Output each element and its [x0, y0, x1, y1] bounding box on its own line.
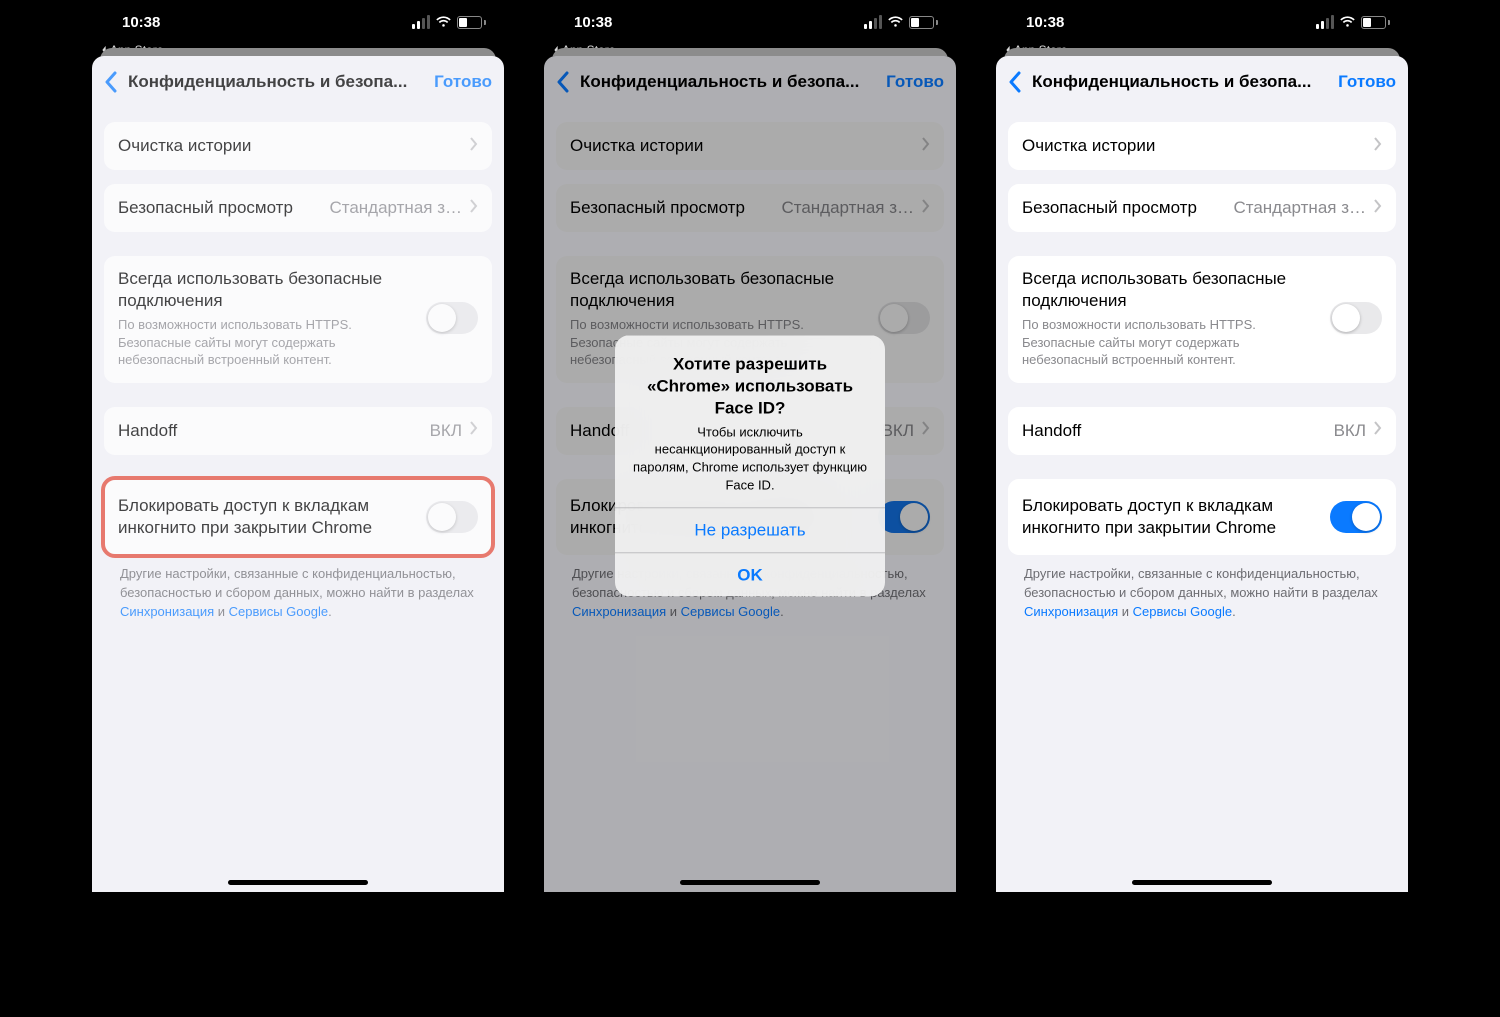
row-title: Всегда использовать безопасные подключен…: [1022, 268, 1320, 312]
settings-sheet: Конфиденциальность и безопа... Готово Оч…: [996, 56, 1408, 892]
row-label: Безопасный просмотр: [1022, 198, 1225, 218]
chevron-right-icon: [1374, 137, 1382, 156]
nav-bar: Конфиденциальность и безопа... Готово: [92, 56, 504, 108]
status-time: 10:38: [122, 14, 160, 31]
lock-incognito-toggle[interactable]: [426, 501, 478, 533]
battery-icon: 40: [1361, 16, 1390, 29]
alert-ok-button[interactable]: OK: [615, 552, 885, 596]
status-indicators: 40: [864, 15, 938, 29]
status-indicators: 40: [1316, 15, 1390, 29]
row-desc: По возможности использовать HTTPS. Безоп…: [118, 316, 416, 369]
screenshot-2: 10:38 40 App Store Конфиденциальность и …: [544, 0, 956, 892]
faceid-alert: Хотите разрешить «Chrome» использовать F…: [615, 335, 885, 596]
wifi-icon: [1339, 16, 1356, 28]
row-clear-history[interactable]: Очистка истории: [1008, 122, 1396, 170]
back-button[interactable]: [104, 71, 118, 93]
row-lock-incognito[interactable]: Блокировать доступ к вкладкам инкогнито …: [104, 479, 492, 555]
row-lock-incognito[interactable]: Блокировать доступ к вкладкам инкогнито …: [1008, 479, 1396, 555]
row-label: Handoff: [1022, 421, 1326, 441]
content: Очистка истории Безопасный просмотр Стан…: [996, 108, 1408, 892]
link-google-services[interactable]: Сервисы Google: [1133, 604, 1232, 619]
status-time: 10:38: [574, 14, 612, 31]
settings-sheet: Конфиденциальность и безопа... Готово Оч…: [92, 56, 504, 892]
home-indicator[interactable]: [1132, 880, 1272, 885]
chevron-right-icon: [1374, 421, 1382, 440]
row-label: Handoff: [118, 421, 422, 441]
wifi-icon: [435, 16, 452, 28]
settings-sheet: Конфиденциальность и безопа... Готово Оч…: [544, 56, 956, 892]
chevron-right-icon: [470, 421, 478, 440]
nav-bar: Конфиденциальность и безопа... Готово: [996, 56, 1408, 108]
lock-incognito-toggle[interactable]: [1330, 501, 1382, 533]
row-title: Всегда использовать безопасные подключен…: [118, 268, 416, 312]
status-bar: 10:38 40: [996, 0, 1408, 44]
footer-text: Другие настройки, связанные с конфиденци…: [104, 555, 492, 622]
status-bar: 10:38 40: [92, 0, 504, 44]
battery-icon: 40: [909, 16, 938, 29]
row-label: Блокировать доступ к вкладкам инкогнито …: [118, 495, 416, 539]
status-bar: 10:38 40: [544, 0, 956, 44]
row-value: Стандартная з…: [329, 198, 462, 218]
content: Очистка истории Безопасный просмотр Стан…: [92, 108, 504, 892]
row-https[interactable]: Всегда использовать безопасные подключен…: [104, 256, 492, 383]
link-sync[interactable]: Синхронизация: [1024, 604, 1118, 619]
row-safe-browsing[interactable]: Безопасный просмотр Стандартная з…: [1008, 184, 1396, 232]
https-toggle[interactable]: [426, 302, 478, 334]
row-clear-history[interactable]: Очистка истории: [104, 122, 492, 170]
battery-icon: 40: [457, 16, 486, 29]
row-handoff[interactable]: Handoff ВКЛ: [1008, 407, 1396, 455]
link-sync[interactable]: Синхронизация: [120, 604, 214, 619]
back-button[interactable]: [1008, 71, 1022, 93]
footer-text: Другие настройки, связанные с конфиденци…: [1008, 555, 1396, 622]
screenshot-1: 10:38 40 App Store Конфиденциальность и …: [92, 0, 504, 892]
cellular-icon: [412, 15, 430, 29]
row-label: Очистка истории: [118, 136, 462, 156]
alert-message: Чтобы исключить несанкционированный дост…: [631, 423, 869, 493]
status-time: 10:38: [1026, 14, 1064, 31]
cellular-icon: [864, 15, 882, 29]
row-handoff[interactable]: Handoff ВКЛ: [104, 407, 492, 455]
chevron-right-icon: [1374, 199, 1382, 218]
page-title: Конфиденциальность и безопа...: [124, 72, 428, 92]
https-toggle[interactable]: [1330, 302, 1382, 334]
row-desc: По возможности использовать HTTPS. Безоп…: [1022, 316, 1320, 369]
cellular-icon: [1316, 15, 1334, 29]
row-label: Безопасный просмотр: [118, 198, 321, 218]
done-button[interactable]: Готово: [434, 72, 492, 92]
page-title: Конфиденциальность и безопа...: [1028, 72, 1332, 92]
row-label: Блокировать доступ к вкладкам инкогнито …: [1022, 495, 1320, 539]
chevron-right-icon: [470, 137, 478, 156]
alert-deny-button[interactable]: Не разрешать: [615, 508, 885, 552]
link-google-services[interactable]: Сервисы Google: [229, 604, 328, 619]
wifi-icon: [887, 16, 904, 28]
row-value: ВКЛ: [1334, 421, 1366, 441]
status-indicators: 40: [412, 15, 486, 29]
row-label: Очистка истории: [1022, 136, 1366, 156]
chevron-right-icon: [470, 199, 478, 218]
home-indicator[interactable]: [228, 880, 368, 885]
row-safe-browsing[interactable]: Безопасный просмотр Стандартная з…: [104, 184, 492, 232]
row-value: Стандартная з…: [1233, 198, 1366, 218]
home-indicator[interactable]: [680, 880, 820, 885]
done-button[interactable]: Готово: [1338, 72, 1396, 92]
row-https[interactable]: Всегда использовать безопасные подключен…: [1008, 256, 1396, 383]
row-value: ВКЛ: [430, 421, 462, 441]
alert-title: Хотите разрешить «Chrome» использовать F…: [631, 353, 869, 419]
screenshot-3: 10:38 40 App Store Конфиденциальность и …: [996, 0, 1408, 892]
